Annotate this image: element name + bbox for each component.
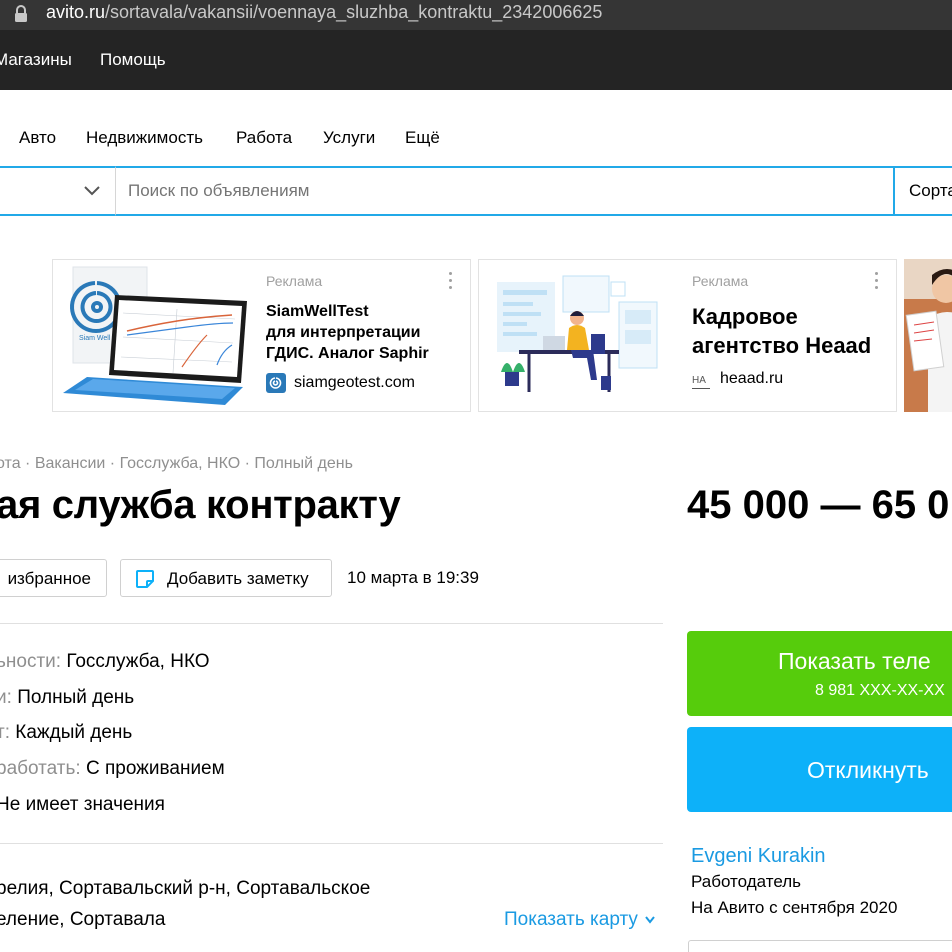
url-domain: avito.ru xyxy=(46,2,106,22)
seller-since: На Авито с сентября 2020 xyxy=(691,898,898,917)
write-message-button[interactable] xyxy=(688,940,952,952)
show-map-label: Показать карту xyxy=(504,909,638,930)
category-more[interactable]: Ещё xyxy=(405,128,440,148)
ad-title-line-1: Кадровое xyxy=(692,304,798,329)
param-key: и: xyxy=(0,687,12,708)
heaad-favicon-icon: HA xyxy=(692,375,710,389)
listing-title: ая служба контракту xyxy=(0,483,401,527)
category-services[interactable]: Услуги xyxy=(323,128,375,148)
address: релия, Сортавальский р-н, Сортавальское … xyxy=(0,873,370,935)
address-line-2: еление, Сортавала xyxy=(0,909,166,930)
ad-domain[interactable]: siamgeotest.com xyxy=(294,374,415,392)
ad-menu-icon[interactable] xyxy=(449,272,453,293)
lock-icon xyxy=(15,5,27,22)
chevron-down-icon xyxy=(645,916,655,924)
param-row: т: Каждый день xyxy=(0,722,132,744)
add-note-button[interactable]: Добавить заметку xyxy=(120,559,332,597)
favorites-label: избранное xyxy=(7,569,91,588)
phone-number-masked: 8 981 XXX-XX-XX xyxy=(815,682,945,699)
seller-name-link[interactable]: Evgeni Kurakin xyxy=(691,845,826,868)
param-row: Не имеет значения xyxy=(0,794,165,816)
param-row: работать: С проживанием xyxy=(0,758,225,780)
search-bar: Сорта xyxy=(0,166,952,216)
search-input[interactable] xyxy=(116,166,894,216)
ad-label: Реклама xyxy=(692,273,749,289)
office-worker-ad-image xyxy=(497,275,658,392)
category-jobs[interactable]: Работа xyxy=(236,128,292,148)
seller-role: Работодатель xyxy=(691,872,801,891)
param-value: Полный день xyxy=(17,687,135,708)
param-row: и: Полный день xyxy=(0,687,134,709)
ad-label: Реклама xyxy=(266,273,323,289)
add-to-favorites-button[interactable]: избранное xyxy=(0,559,107,597)
ad-banner-cropped[interactable] xyxy=(904,259,952,412)
listing-price: 45 000 — 65 0 xyxy=(687,483,950,527)
param-value: Каждый день xyxy=(15,722,133,743)
ad-title-line-2: агентство Heaad xyxy=(692,333,872,358)
category-realty[interactable]: Недвижимость xyxy=(86,128,203,148)
reply-button[interactable]: Откликнуть xyxy=(687,727,952,812)
ad-menu-icon[interactable] xyxy=(875,272,879,293)
ad-title-line-3: ГДИС. Аналог Saphir xyxy=(266,345,429,362)
address-line-1: релия, Сортавальский р-н, Сортавальское xyxy=(0,878,371,899)
ad-banner-siamwelltest[interactable]: Siam Well Test Реклама SiamWellTest для … xyxy=(52,259,471,412)
param-key: т: xyxy=(0,722,10,743)
ad-title-line-1: SiamWellTest xyxy=(266,303,369,320)
nav-shops-link[interactable]: Магазины xyxy=(0,50,72,70)
site-top-nav: Магазины Помощь xyxy=(0,30,952,90)
category-select[interactable] xyxy=(0,166,116,216)
param-value: Госслужба, НКО xyxy=(66,651,210,672)
note-icon xyxy=(136,570,154,588)
show-phone-label: Показать теле xyxy=(778,648,931,674)
param-value: Не имеет значения xyxy=(0,794,165,815)
url-text[interactable]: avito.ru/sortavala/vakansii/voennaya_slu… xyxy=(46,1,602,23)
divider xyxy=(0,843,663,844)
laptop-ad-image: Siam Well Test xyxy=(63,266,247,405)
show-phone-button[interactable]: Показать теле 8 981 XXX-XX-XX xyxy=(687,631,952,716)
param-value: С проживанием xyxy=(85,758,225,779)
ad-title-line-2: для интерпретации xyxy=(266,324,421,341)
nav-help-link[interactable]: Помощь xyxy=(100,50,166,70)
breadcrumb[interactable]: ота · Вакансии · Госслужба, НКО · Полный… xyxy=(0,455,353,473)
ad-banner-heaad[interactable]: Реклама Кадровое агентство Heaad HA heaa… xyxy=(478,259,897,412)
publish-date: 10 марта в 19:39 xyxy=(347,568,479,587)
region-select[interactable]: Сорта xyxy=(893,166,952,216)
person-ad-image xyxy=(904,259,952,412)
chevron-down-icon xyxy=(84,186,100,196)
param-key: ьности: xyxy=(0,651,62,672)
reply-label: Откликнуть xyxy=(807,757,929,783)
note-label: Добавить заметку xyxy=(167,569,309,588)
ad-domain[interactable]: heaad.ru xyxy=(720,370,783,388)
divider xyxy=(0,623,663,624)
browser-address-bar[interactable]: avito.ru/sortavala/vakansii/voennaya_slu… xyxy=(0,0,952,30)
show-map-link[interactable]: Показать карту xyxy=(504,909,655,931)
param-key: работать: xyxy=(0,758,81,779)
param-row: ьности: Госслужба, НКО xyxy=(0,651,210,673)
url-path: /sortavala/vakansii/voennaya_sluzhba_kon… xyxy=(105,2,603,22)
category-auto[interactable]: Авто xyxy=(19,128,56,148)
siamgeotest-favicon-icon xyxy=(266,373,286,393)
